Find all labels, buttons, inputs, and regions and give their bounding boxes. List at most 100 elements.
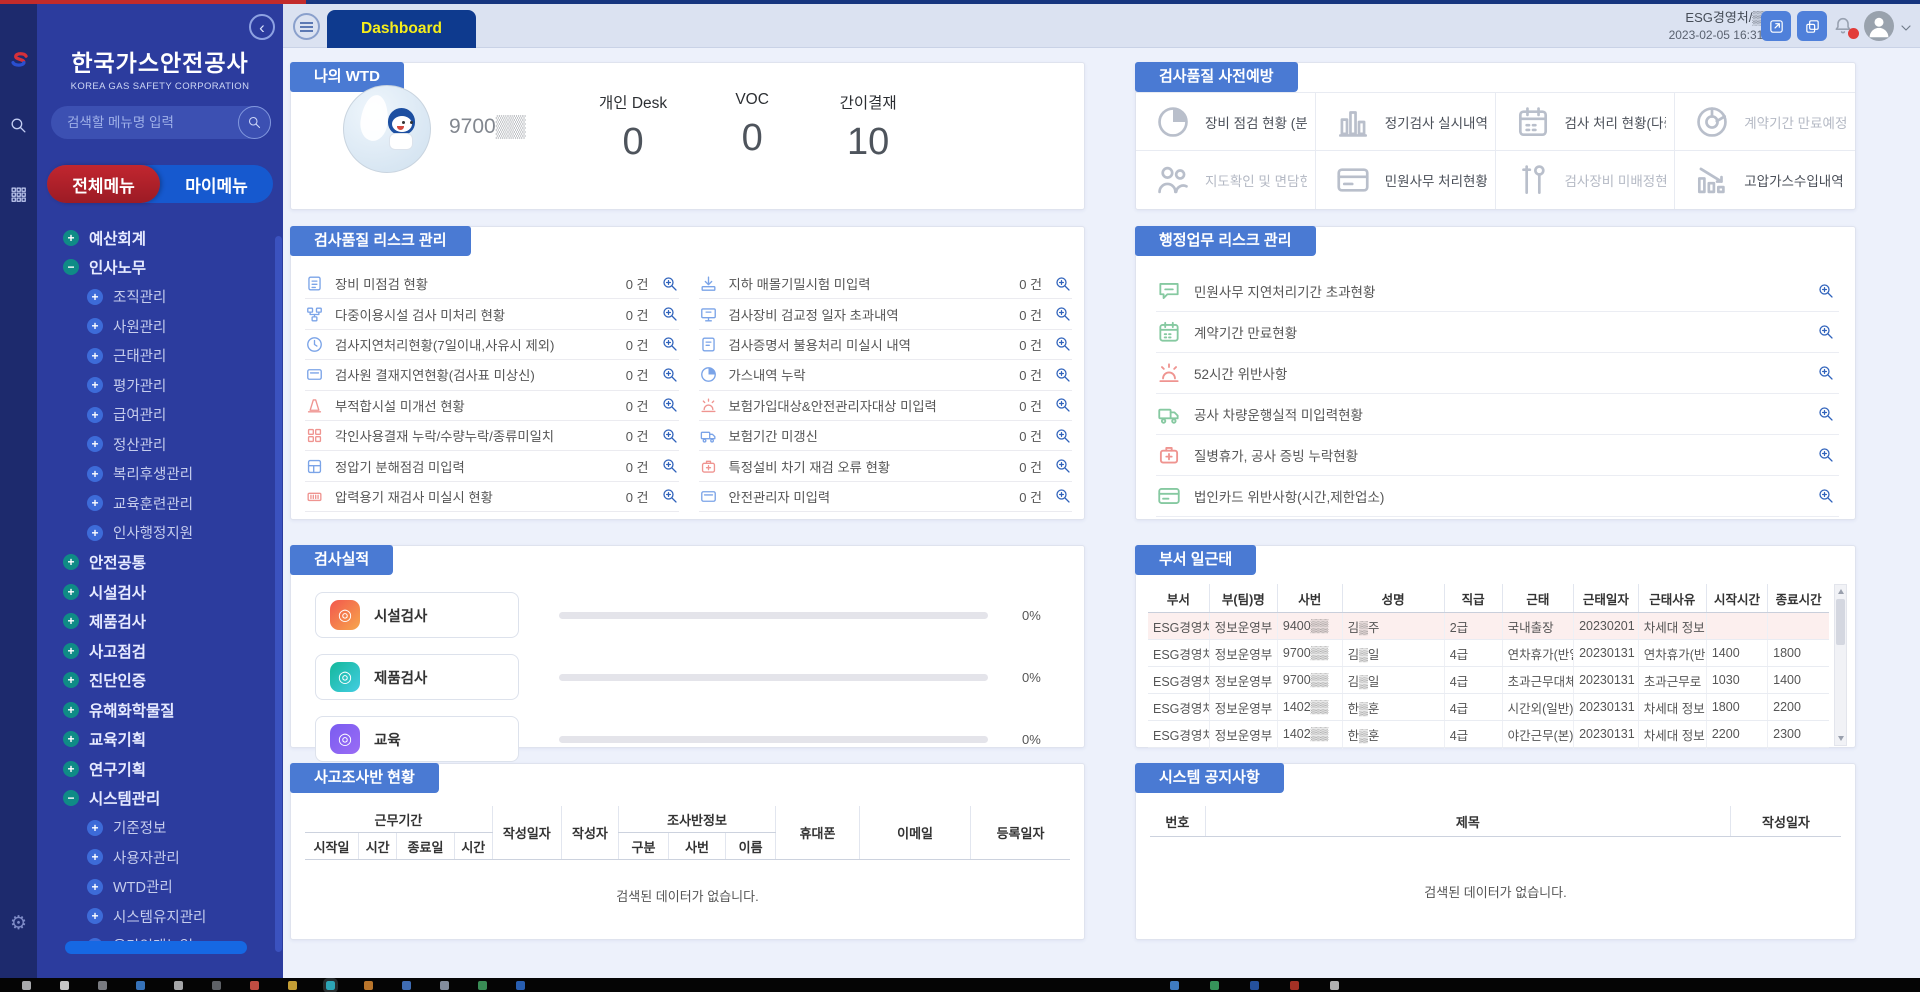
hamburger-menu-icon[interactable] (293, 13, 320, 40)
table-row[interactable]: ESG경영처정보운영부9400▒▒김▒주2급국내출장20230201차세대 정보 (1148, 613, 1829, 640)
taskbar-app-icon[interactable] (212, 981, 221, 990)
sidebar-item[interactable]: + 기준정보 (37, 813, 283, 843)
sidebar-item[interactable]: + 사용자관리 (37, 843, 283, 873)
zoom-button[interactable] (1817, 404, 1835, 424)
zoom-button[interactable] (1054, 427, 1072, 445)
taskbar-app-icon[interactable] (136, 981, 145, 990)
zoom-button[interactable] (661, 427, 679, 445)
sidebar-item[interactable]: + 근태관리 (37, 341, 283, 371)
expand-icon[interactable]: + (87, 879, 103, 895)
tab-my-menu[interactable]: 마이메뉴 (160, 165, 273, 203)
zoom-button[interactable] (1054, 457, 1072, 475)
sidebar-item[interactable]: + 교육훈련관리 (37, 489, 283, 519)
prevention-item[interactable]: 검사장비 미배정현황 (1496, 151, 1676, 209)
zoom-button[interactable] (1054, 275, 1072, 293)
risk-item[interactable]: 압력용기 재검사 미실시 현황 0 건 (305, 482, 679, 512)
risk-item[interactable]: 가스내역 누락 0 건 (699, 360, 1073, 390)
expand-icon[interactable]: + (63, 613, 79, 629)
sidebar-item[interactable]: + 정산관리 (37, 430, 283, 460)
tab-all-menu[interactable]: 전체메뉴 (47, 165, 160, 203)
table-row[interactable]: ESG경영처정보운영부9700▒▒김▒일4급초과근무대체20230131초과근무… (1148, 667, 1829, 694)
rail-menu-grid-icon[interactable] (0, 186, 37, 203)
zoom-button[interactable] (661, 275, 679, 293)
zoom-button[interactable] (1054, 335, 1072, 353)
prevention-item[interactable]: 정기검사 실시내역... (1316, 93, 1496, 151)
taskbar-app-icon[interactable] (1170, 981, 1179, 990)
risk-item[interactable]: 검사증명서 불용처리 미실시 내역 0 건 (699, 330, 1073, 360)
open-new-window-button[interactable] (1761, 11, 1791, 41)
expand-icon[interactable]: + (87, 377, 103, 393)
zoom-button[interactable] (1817, 322, 1835, 342)
zoom-button[interactable] (1054, 487, 1072, 505)
sidebar-item[interactable]: + 예산회계 (37, 223, 283, 253)
expand-icon[interactable]: + (87, 289, 103, 305)
zoom-button[interactable] (661, 457, 679, 475)
sidebar-item[interactable]: + 제품검사 (37, 607, 283, 637)
duplicate-window-button[interactable] (1797, 11, 1827, 41)
risk-item[interactable]: 각인사용결재 누락/수량누락/종류미일치 0 건 (305, 421, 679, 451)
sidebar-item[interactable]: + 교육기획 (37, 725, 283, 755)
risk-item[interactable]: 보험기간 미갱신 0 건 (699, 421, 1073, 451)
zoom-button[interactable] (661, 396, 679, 414)
risk-item[interactable]: 특정설비 차기 재검 오류 현황 0 건 (699, 451, 1073, 481)
taskbar-app-icon[interactable] (1290, 981, 1299, 990)
expand-icon[interactable]: + (87, 318, 103, 334)
expand-icon[interactable]: + (63, 584, 79, 600)
taskbar-app-icon[interactable] (250, 981, 259, 990)
zoom-button[interactable] (1054, 366, 1072, 384)
zoom-button[interactable] (661, 305, 679, 323)
zoom-button[interactable] (1817, 281, 1835, 301)
zoom-button[interactable] (1054, 305, 1072, 323)
taskbar-app-icon[interactable] (1330, 981, 1339, 990)
taskbar-app-icon[interactable] (174, 981, 183, 990)
admin-risk-item[interactable]: 계약기간 만료현황 (1156, 312, 1839, 353)
expand-icon[interactable]: + (87, 908, 103, 924)
sidebar-item[interactable]: + 시스템유지관리 (37, 902, 283, 932)
taskbar-app-icon[interactable] (402, 981, 411, 990)
prevention-item[interactable]: 민원사무 처리현황 (1316, 151, 1496, 209)
admin-risk-item[interactable]: 민원사무 지연처리기간 초과현황 (1156, 271, 1839, 312)
prevention-item[interactable]: 장비 점검 현황 (분기) (1136, 93, 1316, 151)
zoom-button[interactable] (1817, 363, 1835, 383)
taskbar-app-icon[interactable] (516, 981, 525, 990)
sidebar-collapse-button[interactable]: ‹ (249, 14, 275, 40)
sidebar-item[interactable]: + 안전공통 (37, 548, 283, 578)
sidebar-horizontal-scrollbar[interactable] (65, 941, 247, 954)
expand-icon[interactable]: + (87, 348, 103, 364)
zoom-button[interactable] (1817, 486, 1835, 506)
expand-icon[interactable]: + (63, 731, 79, 747)
collapse-icon[interactable]: − (63, 790, 79, 806)
tab-dashboard[interactable]: Dashboard (327, 10, 476, 48)
expand-icon[interactable]: + (87, 525, 103, 541)
taskbar-app-icon[interactable] (288, 981, 297, 990)
expand-icon[interactable]: + (63, 643, 79, 659)
sidebar-item[interactable]: − 시스템관리 (37, 784, 283, 814)
expand-icon[interactable]: + (87, 495, 103, 511)
prevention-item[interactable]: 검사 처리 현황(다중... (1496, 93, 1676, 151)
perf-category-button[interactable]: ◎ 교육 (315, 716, 519, 762)
taskbar-app-icon[interactable] (364, 981, 373, 990)
risk-item[interactable]: 검사장비 검교정 일자 초과내역 0 건 (699, 299, 1073, 329)
taskbar-app-icon[interactable] (22, 981, 31, 990)
sidebar-item[interactable]: + 복리후생관리 (37, 459, 283, 489)
risk-item[interactable]: 지하 매몰기밀시험 미입력 0 건 (699, 269, 1073, 299)
table-row[interactable]: ESG경영처정보운영부1402▒▒한▒훈4급시간외(일반)20230131차세대… (1148, 694, 1829, 721)
prevention-item[interactable]: 지도확인 및 면담현황 (1136, 151, 1316, 209)
wtd-stat[interactable]: 개인 Desk 0 (599, 91, 667, 164)
expand-icon[interactable]: + (63, 230, 79, 246)
taskbar-app-icon[interactable] (60, 981, 69, 990)
expand-icon[interactable]: + (87, 849, 103, 865)
risk-item[interactable]: 다중이용시설 검사 미처리 현황 0 건 (305, 299, 679, 329)
admin-risk-item[interactable]: 공사 차량운행실적 미입력현황 (1156, 394, 1839, 435)
sidebar-item[interactable]: + 연구기획 (37, 754, 283, 784)
sidebar-item[interactable]: + 진단인증 (37, 666, 283, 696)
sidebar-item[interactable]: + 급여관리 (37, 400, 283, 430)
expand-icon[interactable]: + (63, 761, 79, 777)
taskbar-app-icon[interactable] (1250, 981, 1259, 990)
sidebar-item[interactable]: + 시설검사 (37, 577, 283, 607)
table-row[interactable]: ESG경영처정보운영부9700▒▒김▒일4급연차휴가(반일)20230131연차… (1148, 640, 1829, 667)
risk-item[interactable]: 정압기 분해점검 미입력 0 건 (305, 451, 679, 481)
chevron-down-icon[interactable] (1898, 20, 1914, 36)
taskbar-app-icon[interactable] (326, 981, 335, 990)
perf-category-button[interactable]: ◎ 제품검사 (315, 654, 519, 700)
